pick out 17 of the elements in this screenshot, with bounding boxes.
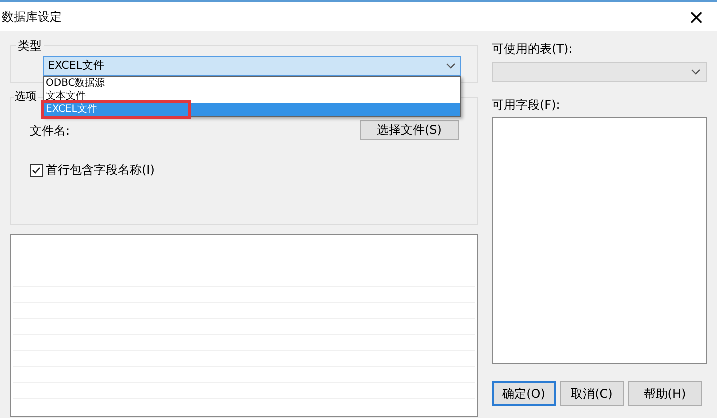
dropdown-option[interactable]: 文本文件 [44, 90, 460, 103]
close-button[interactable]: × [684, 6, 709, 26]
group-label: 类型 [16, 37, 44, 55]
fields-label: 可用字段(F): [492, 98, 562, 112]
dropdown-option[interactable]: ODBC数据源 [44, 77, 460, 90]
choose-file-button[interactable]: 选择文件(S) [360, 120, 459, 140]
chevron-down-icon [691, 69, 701, 75]
tables-label: 可使用的表(T): [492, 42, 574, 56]
dialog-button[interactable]: 帮助(H) [628, 381, 702, 406]
dialog-button[interactable]: 确定(O) [492, 381, 556, 406]
dialog-button[interactable]: 取消(C) [560, 381, 624, 406]
checkbox[interactable] [30, 164, 43, 176]
chevron-down-icon [446, 63, 456, 69]
file-name-label: 文件名: [30, 123, 70, 140]
type-dropdown[interactable]: EXCEL文件 [43, 56, 461, 76]
header-checkbox[interactable]: 首行包含字段名称(I) [30, 161, 155, 179]
window-title: 数据库设定 [2, 8, 62, 26]
